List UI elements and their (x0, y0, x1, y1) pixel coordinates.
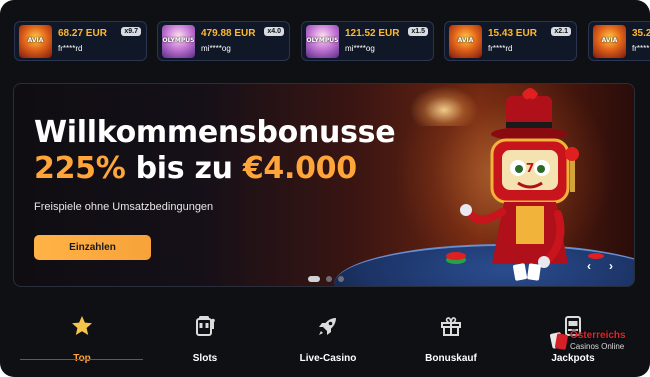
win-username: mi****og (345, 44, 375, 53)
watermark-logo: Österreichs Casinos Online (550, 330, 650, 354)
watermark-subtitle: Casinos Online (570, 342, 625, 351)
win-card[interactable]: OLYMPUS 121.52 EUR mi****og x1.5 (301, 21, 434, 61)
hero-bonus-amount: 225% bis zu €4.000 (34, 151, 357, 186)
carousel-dot-active[interactable] (308, 276, 320, 282)
bonus-connector-text: bis zu (125, 151, 243, 186)
tab-label: Slots (192, 353, 218, 364)
win-card[interactable]: OLYMPUS 479.88 EUR mi****og x4.0 (157, 21, 290, 61)
win-card[interactable]: AVIA 35.2 fr**** (588, 21, 650, 61)
deposit-button[interactable]: Einzahlen (34, 235, 151, 260)
tab-label: Jackpots (551, 353, 595, 364)
welcome-bonus-banner[interactable]: 7 Willkommensbonusse 225% bis zu €4.000 (13, 83, 635, 287)
app-frame: AVIA 68.27 EUR fr****rd x9.7 OLYMPUS 479… (0, 0, 650, 377)
tab-live-casino[interactable]: Live-Casino (266, 310, 390, 364)
tab-top[interactable]: Top (20, 310, 144, 364)
win-username: fr****rd (488, 44, 513, 53)
rocket-icon (319, 318, 336, 335)
active-tab-indicator (20, 359, 143, 360)
win-multiplier-badge: x4.0 (264, 27, 284, 36)
hero-title: Willkommensbonusse (34, 115, 396, 150)
carousel-dot[interactable] (338, 276, 344, 282)
tab-bonus-buy[interactable]: Bonuskauf (389, 310, 513, 364)
chevron-right-icon[interactable]: › (602, 257, 620, 275)
tab-slots[interactable]: Slots (143, 310, 267, 364)
win-username: mi****og (201, 44, 231, 53)
bonus-max-amount: €4.000 (242, 151, 357, 186)
win-amount: 35.2 (632, 28, 650, 39)
win-card[interactable]: AVIA 15.43 EUR fr****rd x2.1 (444, 21, 577, 61)
chevron-left-icon[interactable]: ‹ (580, 257, 598, 275)
game-thumbnail-gates-of-olympus: OLYMPUS (306, 25, 339, 58)
win-amount: 121.52 EUR (345, 28, 400, 39)
win-amount: 68.27 EUR (58, 28, 107, 39)
carousel-dot[interactable] (326, 276, 332, 282)
game-thumbnail-gates-of-olympus: OLYMPUS (162, 25, 195, 58)
win-card[interactable]: AVIA 68.27 EUR fr****rd x9.7 (14, 21, 147, 61)
watermark-title: Österreichs (570, 330, 626, 341)
recent-wins-ticker: AVIA 68.27 EUR fr****rd x9.7 OLYMPUS 479… (0, 0, 650, 74)
carousel-pagination (308, 276, 344, 282)
playing-cards-icon (550, 332, 568, 350)
star-icon (72, 316, 92, 335)
game-thumbnail-avia-masters: AVIA (449, 25, 482, 58)
tab-label: Live-Casino (299, 353, 357, 364)
win-username: fr**** (632, 44, 650, 53)
win-amount: 479.88 EUR (201, 28, 256, 39)
slot-machine-icon (196, 316, 215, 336)
hero-subtitle: Freispiele ohne Umsatzbedingungen (34, 201, 214, 213)
win-username: fr****rd (58, 44, 83, 53)
win-amount: 15.43 EUR (488, 28, 537, 39)
bonus-percentage: 225% (34, 151, 126, 186)
win-multiplier-badge: x9.7 (121, 27, 141, 36)
game-thumbnail-avia-masters: AVIA (19, 25, 52, 58)
gift-icon (441, 317, 461, 336)
game-thumbnail-avia-masters: AVIA (593, 25, 626, 58)
win-multiplier-badge: x2.1 (551, 27, 571, 36)
tab-label: Bonuskauf (425, 353, 477, 364)
win-multiplier-badge: x1.5 (408, 27, 428, 36)
svg-text:7: 7 (526, 161, 534, 175)
